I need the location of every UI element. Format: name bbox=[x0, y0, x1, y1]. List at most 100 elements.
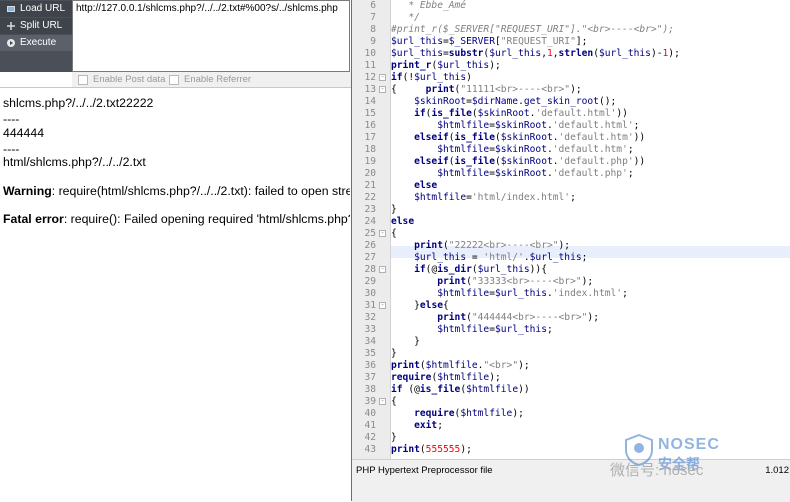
line-number: 17 bbox=[364, 132, 376, 143]
split-url-icon bbox=[6, 21, 16, 31]
code-line: else bbox=[391, 216, 415, 227]
code-line: } bbox=[391, 204, 397, 215]
fold-toggle-icon[interactable]: - bbox=[379, 86, 386, 93]
code-line: #print_r($_SERVER["REQUEST_URI"]."<br>--… bbox=[391, 24, 675, 35]
line-number: 28 bbox=[364, 264, 376, 275]
code-line: elseif(is_file($skinRoot.'default.htm')) bbox=[414, 132, 646, 143]
code-line: { bbox=[391, 396, 397, 407]
enable-referrer-option[interactable]: Enable Referrer bbox=[169, 74, 251, 85]
line-number: 38 bbox=[364, 384, 376, 395]
code-line: * Ebbe_Amé bbox=[391, 0, 467, 11]
line-number-gutter: 6 7 8 9 10 11 12-13-14 15 16 17 18 19 20 21 22 23 24 25-2… bbox=[352, 0, 391, 459]
code-line: } bbox=[391, 348, 397, 359]
load-url-label: Load URL bbox=[20, 3, 66, 14]
code-line: require($htmlfile); bbox=[391, 372, 501, 383]
code-area[interactable]: * Ebbe_Amé */#print_r($_SERVER["REQUEST_… bbox=[391, 0, 790, 459]
line-number: 9 bbox=[370, 36, 376, 47]
line-number: 20 bbox=[364, 168, 376, 179]
fold-toggle-icon[interactable]: - bbox=[379, 230, 386, 237]
line-number: 18 bbox=[364, 144, 376, 155]
code-line: { bbox=[391, 228, 397, 239]
execute-icon bbox=[6, 38, 16, 48]
hackbar-panel: Load URL Split URL Execute http://127.0.… bbox=[0, 0, 352, 87]
code-line: $htmlfile=$skinRoot.'default.htm'; bbox=[437, 144, 634, 155]
line-number: 42 bbox=[364, 432, 376, 443]
code-line: print("444444<br>----<br>"); bbox=[437, 312, 599, 323]
fatal-error-label: Fatal error bbox=[3, 212, 64, 226]
line-number: 34 bbox=[364, 336, 376, 347]
hackbar-divider bbox=[0, 87, 352, 88]
code-line: if(@is_dir($url_this)){ bbox=[414, 264, 547, 275]
code-line: $url_this=$_SERVER["REQUEST_URI"]; bbox=[391, 36, 588, 47]
execute-button[interactable]: Execute bbox=[0, 35, 72, 51]
code-line: print(555555); bbox=[391, 444, 472, 455]
code-line: $htmlfile=$skinRoot.'default.html'; bbox=[437, 120, 640, 131]
hackbar-button-column: Load URL Split URL Execute bbox=[0, 0, 73, 72]
execute-label: Execute bbox=[20, 37, 57, 48]
line-number: 8 bbox=[370, 24, 376, 35]
load-url-button[interactable]: Load URL bbox=[0, 1, 72, 17]
enable-post-data-option[interactable]: Enable Post data bbox=[78, 74, 165, 85]
load-url-icon bbox=[6, 4, 16, 14]
line-number: 22 bbox=[364, 192, 376, 203]
code-line: $htmlfile=$url_this; bbox=[437, 324, 553, 335]
code-line: if(is_file($skinRoot.'default.html')) bbox=[414, 108, 628, 119]
output-line: html/shlcms.php?/../../2.txt bbox=[3, 155, 146, 169]
watermark-account: 微信号: nosec bbox=[610, 462, 704, 479]
code-line: $htmlfile=$skinRoot.'default.php'; bbox=[437, 168, 634, 179]
code-editor-window: 6 7 8 9 10 11 12-13-14 15 16 17 18 19 20 21 22 23 24 25-2… bbox=[351, 0, 790, 502]
page-content: shlcms.php?/../../2.txt22222 ---- 444444… bbox=[0, 92, 350, 501]
line-number: 30 bbox=[364, 288, 376, 299]
split-url-label: Split URL bbox=[20, 20, 63, 31]
fold-toggle-icon[interactable]: - bbox=[379, 266, 386, 273]
line-number: 10 bbox=[364, 48, 376, 59]
line-number: 6 bbox=[370, 0, 376, 11]
enable-post-data-checkbox[interactable] bbox=[78, 74, 88, 85]
line-number: 11 bbox=[364, 60, 376, 71]
line-number: 41 bbox=[364, 420, 376, 431]
line-number: 23 bbox=[364, 204, 376, 215]
line-number: 15 bbox=[364, 108, 376, 119]
line-number: 16 bbox=[364, 120, 376, 131]
code-line: print($htmlfile."<br>"); bbox=[391, 360, 530, 371]
code-line: } bbox=[391, 336, 420, 347]
code-line: }else{ bbox=[391, 300, 449, 311]
line-number: 29 bbox=[364, 276, 376, 287]
line-number: 33 bbox=[364, 324, 376, 335]
enable-referrer-label: Enable Referrer bbox=[184, 74, 252, 85]
output-line: 444444 bbox=[3, 126, 45, 140]
line-number: 26 bbox=[364, 240, 376, 251]
fold-toggle-icon[interactable]: - bbox=[379, 398, 386, 405]
code-line: $htmlfile='html/index.html'; bbox=[414, 192, 576, 203]
code-line: elseif(is_file($skinRoot.'default.php')) bbox=[414, 156, 646, 167]
code-line: print("33333<br>----<br>"); bbox=[437, 276, 594, 287]
code-line: $url_this = 'html/'.$url_this; bbox=[414, 252, 588, 263]
line-number: 36 bbox=[364, 360, 376, 371]
url-textarea[interactable]: http://127.0.0.1/shlcms.php?/../../2.txt… bbox=[72, 0, 350, 72]
fold-toggle-icon[interactable]: - bbox=[379, 74, 386, 81]
line-number: 37 bbox=[364, 372, 376, 383]
code-line: print_r($url_this); bbox=[391, 60, 501, 71]
line-number: 12 bbox=[364, 72, 376, 83]
warning-message: Warning: require(html/shlcms.php?/../../… bbox=[3, 184, 350, 198]
code-line: if(!$url_this) bbox=[391, 72, 472, 83]
line-number: 40 bbox=[364, 408, 376, 419]
line-number: 13 bbox=[364, 84, 376, 95]
code-line: else bbox=[414, 180, 438, 191]
fold-toggle-icon[interactable]: - bbox=[379, 302, 386, 309]
line-number: 25 bbox=[364, 228, 376, 239]
code-line: } bbox=[391, 432, 397, 443]
code-line: require($htmlfile); bbox=[414, 408, 524, 419]
fatal-error-message: Fatal error: require(): Failed opening r… bbox=[3, 212, 350, 226]
line-number: 19 bbox=[364, 156, 376, 167]
code-line: { print("11111<br>----<br>"); bbox=[391, 84, 582, 95]
enable-referrer-checkbox[interactable] bbox=[169, 74, 179, 85]
line-number: 39 bbox=[364, 396, 376, 407]
code-line: exit; bbox=[414, 420, 443, 431]
code-line: */ bbox=[391, 12, 420, 23]
hackbar-options: Enable Post data Enable Referrer bbox=[72, 72, 352, 87]
line-number: 43 bbox=[364, 444, 376, 455]
line-number: 21 bbox=[364, 180, 376, 191]
split-url-button[interactable]: Split URL bbox=[0, 18, 72, 34]
watermark: NOSEC 安全帮 微信号: nosec bbox=[610, 432, 790, 492]
